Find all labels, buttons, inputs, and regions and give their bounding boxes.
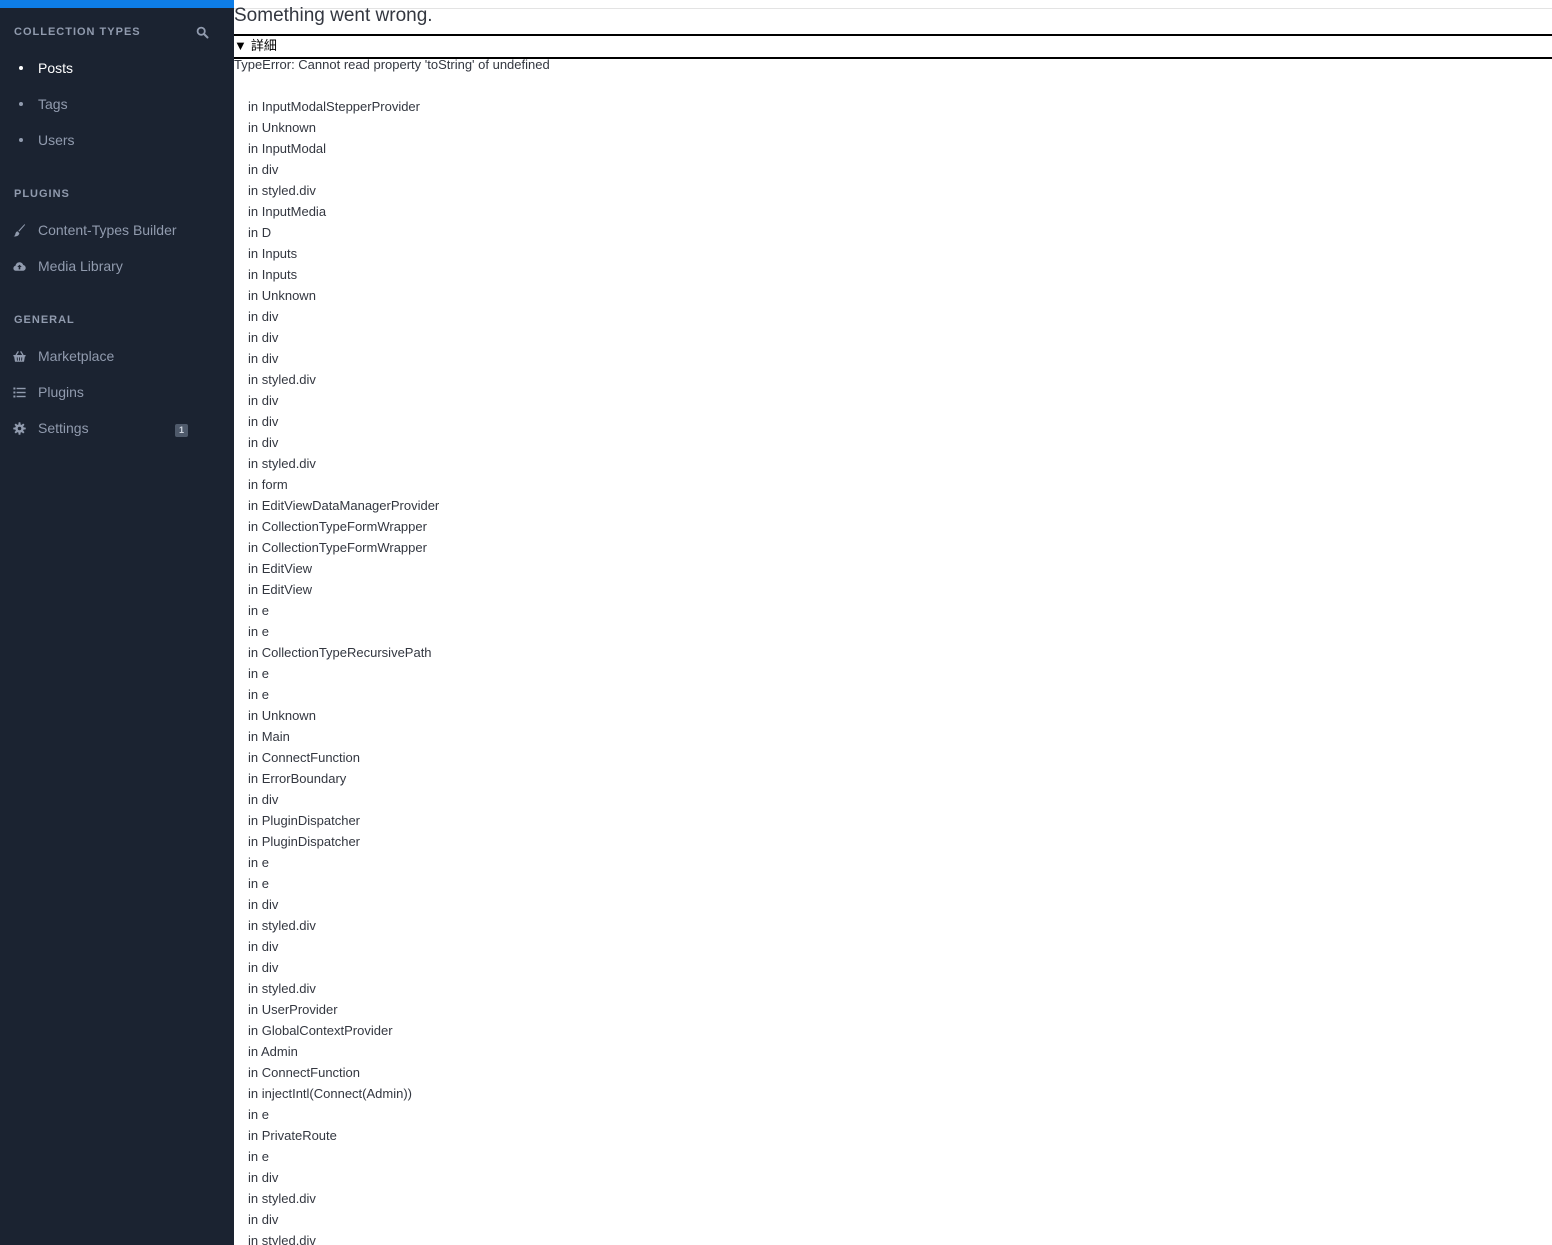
basket-icon <box>13 350 26 362</box>
stack-line: in PluginDispatcher <box>248 813 361 828</box>
stack-line: in EditView <box>248 561 313 576</box>
sidebar-item-settings[interactable]: Settings 1 <box>0 413 234 443</box>
search-icon[interactable] <box>196 26 209 39</box>
stack-line: in CollectionTypeFormWrapper <box>248 540 427 555</box>
sidebar-item-label: Posts <box>38 60 74 76</box>
settings-count-badge: 1 <box>175 424 188 437</box>
stack-line: in styled.div <box>248 981 316 996</box>
stack-line: in e <box>248 603 269 618</box>
stack-line: in EditViewDataManagerProvider <box>248 498 440 513</box>
bullet-icon <box>19 138 23 142</box>
stack-line: in e <box>248 1149 269 1164</box>
sidebar-item-tags[interactable]: Tags <box>0 89 234 119</box>
stack-line: in GlobalContextProvider <box>248 1023 393 1038</box>
stack-line: in D <box>248 225 272 240</box>
stack-line: in PrivateRoute <box>248 1128 337 1143</box>
stack-line: in InputModalStepperProvider <box>248 99 420 114</box>
sidebar-item-content-types-builder[interactable]: Content-Types Builder <box>0 215 234 245</box>
sidebar-item-marketplace[interactable]: Marketplace <box>0 341 234 371</box>
stack-line: in div <box>248 960 279 975</box>
general-heading: GENERAL <box>14 314 75 326</box>
stack-line: in div <box>248 897 279 912</box>
stack-line: in div <box>248 435 279 450</box>
stack-line: in e <box>248 1107 269 1122</box>
stack-line: in styled.div <box>248 183 316 198</box>
sidebar-item-media-library[interactable]: Media Library <box>0 251 234 281</box>
list-icon <box>13 387 26 397</box>
stack-line: in div <box>248 939 279 954</box>
cloud-upload-icon <box>13 261 26 271</box>
stack-line: in UserProvider <box>248 1002 338 1017</box>
bullet-icon <box>19 102 23 106</box>
sidebar-item-label: Marketplace <box>38 348 115 364</box>
main-content: Something went wrong. ▼ 詳細 TypeError: Can… <box>234 0 1552 1245</box>
stack-line: in div <box>248 393 279 408</box>
stack-line: in ErrorBoundary <box>248 771 347 786</box>
details-label: 詳細 <box>250 38 277 53</box>
stack-line: in EditView <box>248 582 313 597</box>
stack-line: in e <box>248 624 269 639</box>
sidebar-item-users[interactable]: Users <box>0 125 234 155</box>
stack-line: in styled.div <box>248 918 316 933</box>
stack-line: in e <box>248 687 269 702</box>
stack-line: in div <box>248 792 279 807</box>
sidebar-item-label: Tags <box>38 96 68 112</box>
disclosure-triangle-icon: ▼ <box>234 38 247 53</box>
stack-line: in Inputs <box>248 246 298 261</box>
error-message: TypeError: Cannot read property 'toStrin… <box>234 57 550 72</box>
stack-line: in Main <box>248 729 290 744</box>
stack-line: in styled.div <box>248 1191 316 1206</box>
sidebar-item-posts[interactable]: Posts <box>0 53 234 83</box>
stack-line: in injectIntl(Connect(Admin)) <box>248 1086 413 1101</box>
sidebar-accent-bar <box>0 0 234 8</box>
sidebar-item-label: Settings <box>38 420 89 436</box>
stack-line: in PluginDispatcher <box>248 834 361 849</box>
sidebar-item-label: Plugins <box>38 384 84 400</box>
stack-line: in ConnectFunction <box>248 750 361 765</box>
collection-types-heading: COLLECTION TYPES <box>14 26 141 38</box>
sidebar-item-label: Content-Types Builder <box>38 222 177 238</box>
stack-line: in InputMedia <box>248 204 327 219</box>
stack-line: in CollectionTypeFormWrapper <box>248 519 427 534</box>
stack-line: in InputModal <box>248 141 327 156</box>
stack-line: in div <box>248 1212 279 1227</box>
stack-line: in Unknown <box>248 288 316 303</box>
stack-line: in div <box>248 309 279 324</box>
bullet-icon <box>19 66 23 70</box>
stack-line: in div <box>248 1170 279 1185</box>
sidebar-item-plugins[interactable]: Plugins <box>0 377 234 407</box>
gear-icon <box>13 421 26 435</box>
plugins-heading: PLUGINS <box>14 188 70 200</box>
stack-line: in e <box>248 666 269 681</box>
stack-line: in e <box>248 855 269 870</box>
stack-line: in form <box>248 477 288 492</box>
stack-line: in styled.div <box>248 456 316 471</box>
details-toggle[interactable]: ▼ 詳細 <box>234 34 1552 59</box>
stack-line: in styled.div <box>248 372 316 387</box>
sidebar-item-label: Users <box>38 132 75 148</box>
error-title: Something went wrong. <box>234 5 433 26</box>
stack-line: in div <box>248 162 279 177</box>
sidebar-item-label: Media Library <box>38 258 123 274</box>
stack-line: in div <box>248 330 279 345</box>
stack-line: in Inputs <box>248 267 298 282</box>
stack-line: in ConnectFunction <box>248 1065 361 1080</box>
paintbrush-icon <box>13 223 26 236</box>
stack-line: in div <box>248 351 279 366</box>
stack-line: in e <box>248 876 269 891</box>
stack-line: in styled.div <box>248 1233 316 1245</box>
stack-line: in div <box>248 414 279 429</box>
stack-line: in Unknown <box>248 120 316 135</box>
left-sidebar: COLLECTION TYPES Posts Tags Users PLUGIN… <box>0 0 234 1245</box>
component-stack: in InputModalStepperProvider in Unknown in… <box>248 99 439 1245</box>
stack-line: in Admin <box>248 1044 298 1059</box>
stack-line: in CollectionTypeRecursivePath <box>248 645 432 660</box>
stack-line: in Unknown <box>248 708 316 723</box>
